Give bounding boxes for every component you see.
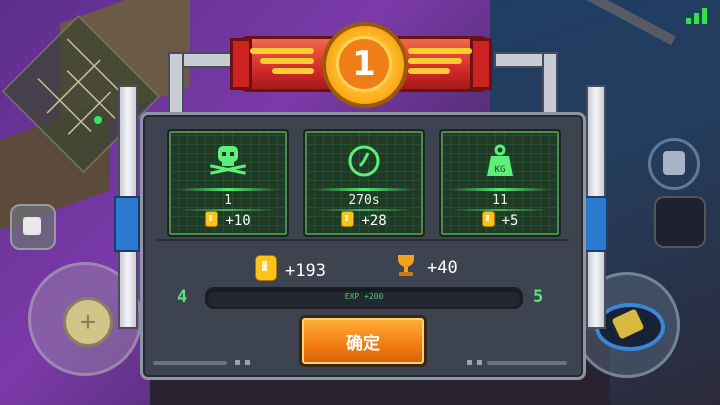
trophy-icon — [395, 255, 417, 277]
stat-card-kills: 1 +10 — [167, 129, 289, 237]
skill-slot-button[interactable] — [654, 196, 706, 248]
weight-value: 11 — [492, 193, 508, 208]
skull-icon — [169, 143, 287, 179]
frame-pipe — [168, 52, 184, 116]
footer-deco — [235, 360, 240, 365]
result-panel: 1 +10 270s +28 KG 11 +5 +193 +40 4 EXP +… — [140, 112, 586, 380]
footer-deco — [467, 360, 472, 365]
confirm-button[interactable]: 确定 — [299, 315, 427, 367]
right-wing-icon — [402, 44, 472, 78]
rank-banner: 1 — [228, 22, 494, 108]
joystick-knob[interactable]: + — [63, 297, 113, 347]
footer-deco — [153, 361, 227, 365]
coin-icon — [341, 211, 355, 227]
time-reward: +28 — [305, 211, 423, 229]
stat-card-time: 270s +28 — [303, 129, 425, 237]
clock-icon — [305, 143, 423, 179]
rank-medal: 1 — [322, 22, 408, 108]
weight-icon: KG — [441, 143, 559, 179]
total-coins: +193 — [255, 255, 326, 281]
signal-icon — [686, 8, 708, 24]
player-marker-icon — [94, 116, 102, 124]
svg-text:KG: KG — [495, 165, 506, 175]
character-button[interactable] — [648, 138, 700, 190]
left-wing-icon — [250, 44, 320, 78]
frame-clamp — [114, 196, 140, 252]
footer-deco — [245, 360, 250, 365]
kills-reward: +10 — [169, 211, 287, 229]
kills-value: 1 — [224, 193, 232, 208]
stat-card-weight: KG 11 +5 — [439, 129, 561, 237]
rank-number: 1 — [336, 36, 392, 92]
current-level: 4 — [177, 287, 188, 307]
exp-progress-bar: EXP +200 — [205, 287, 523, 309]
inventory-button[interactable] — [10, 204, 56, 250]
coin-icon — [481, 211, 495, 227]
coin-icon — [205, 211, 219, 227]
coin-icon — [255, 255, 277, 281]
exp-gain-text: EXP +200 — [344, 292, 384, 301]
frame-pipe — [542, 52, 558, 116]
weight-reward: +5 — [441, 211, 559, 229]
total-trophies: +40 — [395, 255, 458, 278]
divider — [157, 239, 569, 241]
time-value: 270s — [348, 193, 380, 208]
next-level: 5 — [533, 287, 544, 307]
footer-deco — [487, 361, 567, 365]
footer-deco — [477, 360, 482, 365]
